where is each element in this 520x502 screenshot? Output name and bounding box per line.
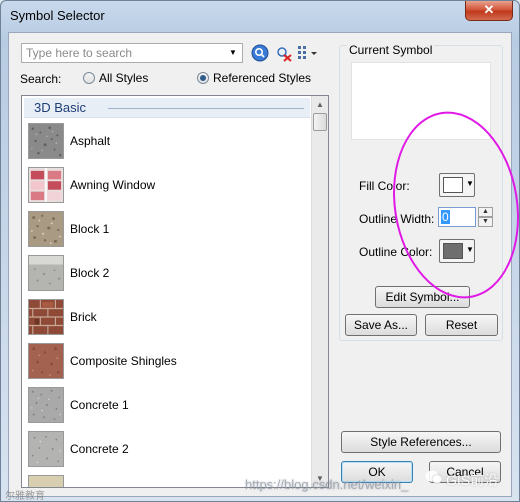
item-label: Brick xyxy=(70,310,97,324)
reset-button[interactable]: Reset xyxy=(425,314,498,336)
concrete-1-texture-icon xyxy=(28,387,64,423)
vertical-scrollbar[interactable]: ▲ ▼ xyxy=(311,96,328,487)
save-as-button[interactable]: Save As... xyxy=(345,314,417,336)
radio-button[interactable] xyxy=(197,72,209,84)
radio-label: All Styles xyxy=(99,71,149,85)
group-title: 3D Basic xyxy=(34,100,87,115)
list-item[interactable]: Asphalt xyxy=(28,123,308,161)
radio-referenced-styles[interactable]: Referenced Styles xyxy=(197,71,311,85)
item-label: Composite Shingles xyxy=(70,354,177,368)
list-item[interactable]: Block 2 xyxy=(28,255,308,293)
item-label: Concrete 1 xyxy=(70,398,129,412)
item-label: Awning Window xyxy=(70,178,156,192)
corner-watermark: 尔雅教育 xyxy=(5,491,45,502)
item-label: Block 2 xyxy=(70,266,110,280)
style-references-button[interactable]: Style References... xyxy=(341,431,501,453)
item-label: Block 1 xyxy=(70,222,110,236)
brick-texture-icon xyxy=(28,299,64,335)
radio-button[interactable] xyxy=(83,72,95,84)
symbol-selector-window: Symbol Selector ✕ ▼ Search: xyxy=(0,0,520,502)
brand-watermark: GIS前沿 xyxy=(446,472,499,488)
group-header[interactable]: 3D Basic xyxy=(24,98,310,118)
window-title: Symbol Selector xyxy=(10,8,105,23)
radio-all-styles[interactable]: All Styles xyxy=(83,71,148,85)
asphalt-texture-icon xyxy=(28,123,64,159)
item-label: Concrete 2 xyxy=(70,442,129,456)
awning-window-texture-icon xyxy=(28,167,64,203)
url-watermark: https://blog.csdn.net/weixin_ xyxy=(245,477,409,492)
wechat-icon xyxy=(425,470,443,484)
concrete-2-texture-icon xyxy=(28,431,64,467)
list-item[interactable]: Brick xyxy=(28,299,308,337)
search-input[interactable] xyxy=(24,45,220,61)
close-button[interactable]: ✕ xyxy=(465,1,513,21)
list-item[interactable]: Awning Window xyxy=(28,167,308,205)
scroll-thumb[interactable] xyxy=(313,113,327,131)
item-label: Asphalt xyxy=(70,134,111,148)
close-icon: ✕ xyxy=(483,2,495,17)
composite-shingles-texture-icon xyxy=(28,343,64,379)
search-combobox[interactable]: ▼ xyxy=(21,43,243,63)
view-options-icon[interactable] xyxy=(297,44,319,62)
clear-search-icon[interactable] xyxy=(274,44,292,62)
current-symbol-label: Current Symbol xyxy=(347,43,435,57)
block-1-texture-icon xyxy=(28,211,64,247)
list-item[interactable]: Concrete 2 xyxy=(28,431,308,469)
group-divider xyxy=(108,108,304,109)
list-item[interactable]: Composite Shingles xyxy=(28,343,308,381)
scroll-up-icon[interactable]: ▲ xyxy=(312,96,328,113)
chevron-down-icon[interactable]: ▼ xyxy=(226,46,240,60)
radio-label: Referenced Styles xyxy=(213,71,312,85)
title-bar[interactable]: Symbol Selector ✕ xyxy=(1,1,519,31)
symbol-list[interactable]: 3D Basic Asphalt Awning Window Block 1 B… xyxy=(21,95,329,488)
search-scope-label: Search: xyxy=(20,72,62,86)
search-icon[interactable] xyxy=(251,44,269,62)
block-2-texture-icon xyxy=(28,255,64,291)
list-item[interactable]: Block 1 xyxy=(28,211,308,249)
list-item[interactable]: Concrete 1 xyxy=(28,387,308,425)
